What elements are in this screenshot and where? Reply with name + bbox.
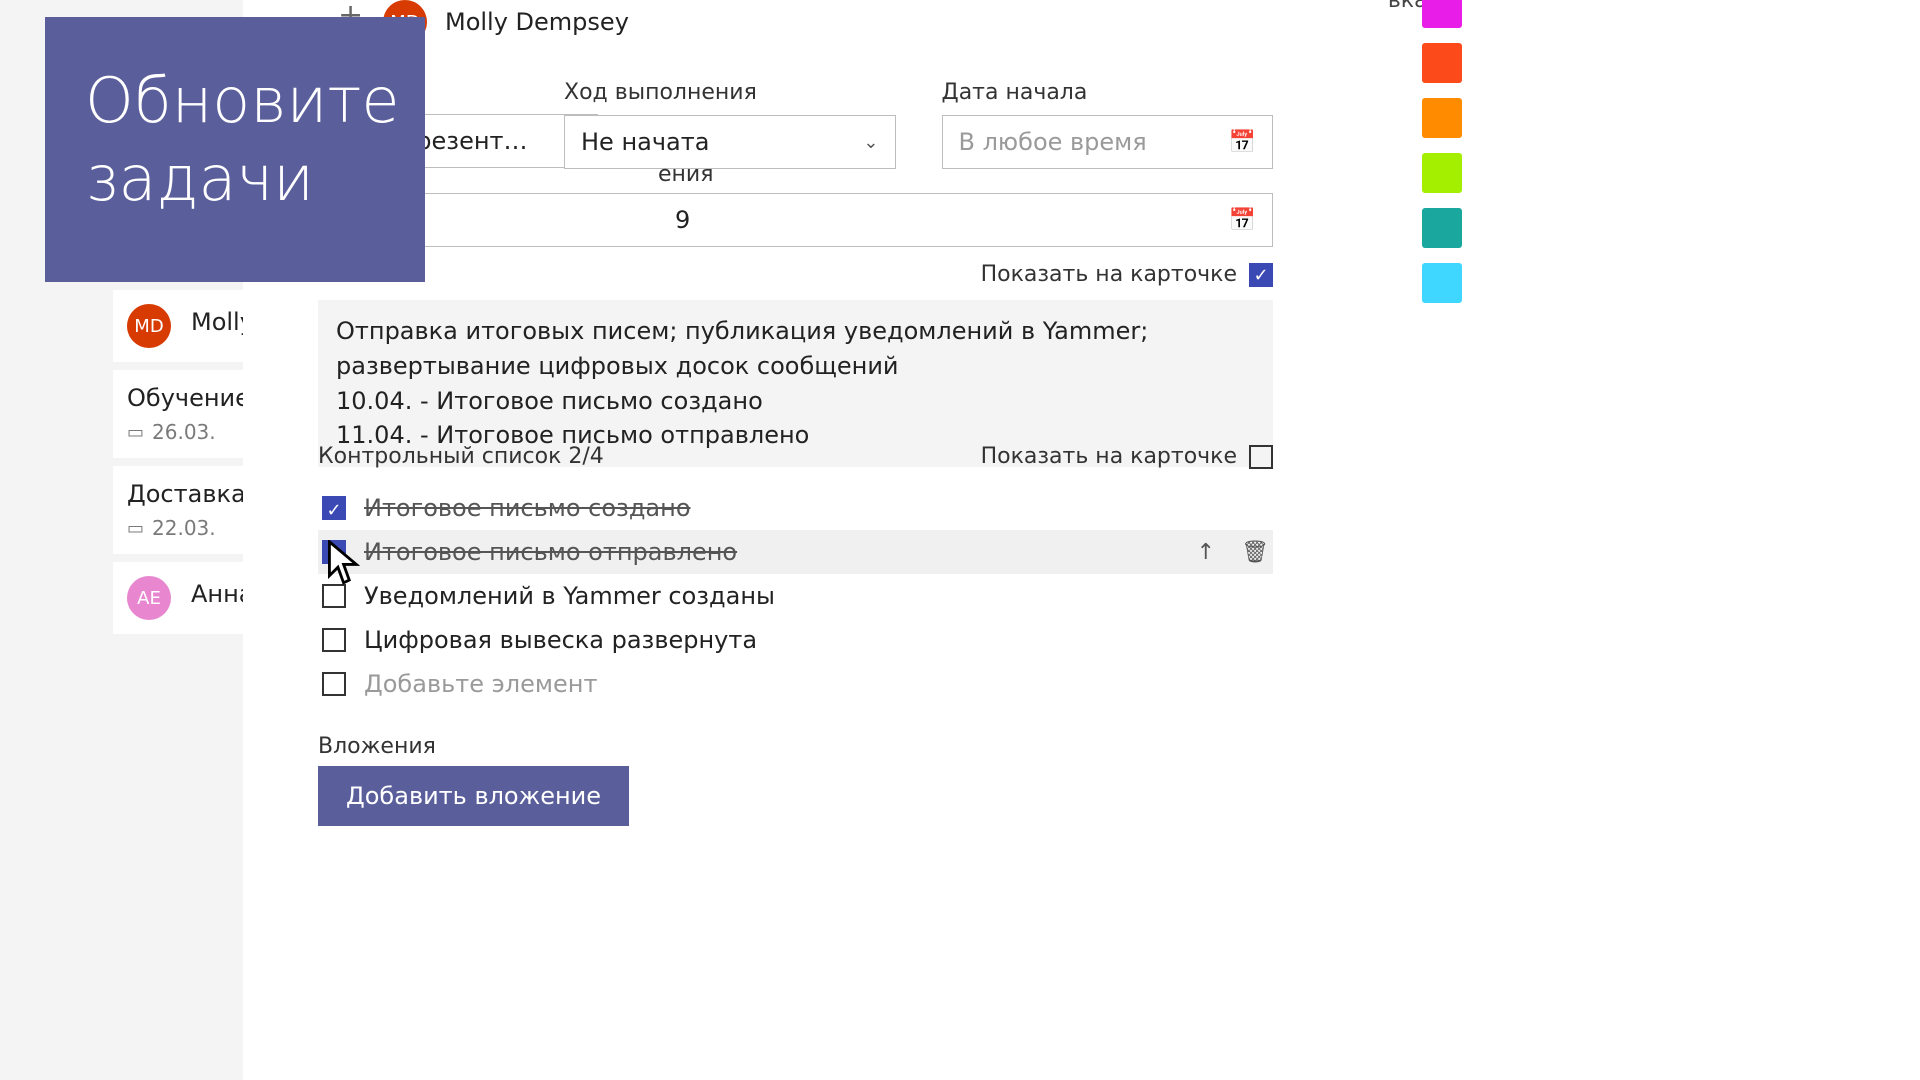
progress-label: Ход выполнения <box>564 80 896 105</box>
show-checklist-label: Показать на карточке <box>981 444 1237 469</box>
show-desc-checkbox[interactable] <box>1249 263 1273 287</box>
desc-line1: Отправка итоговых писем; публикация увед… <box>336 314 1255 384</box>
due-date-field: ения 9 📅 <box>318 165 1273 247</box>
checklist-checkbox[interactable] <box>322 496 346 520</box>
show-checklist-on-card[interactable]: Показать на карточке <box>981 444 1273 469</box>
avatar-ae: AE <box>127 576 171 620</box>
start-date-placeholder: В любое время <box>959 128 1147 156</box>
label-lime[interactable] <box>1422 153 1462 193</box>
label-amber[interactable] <box>1422 98 1462 138</box>
checklist-checkbox[interactable] <box>322 628 346 652</box>
progress-select[interactable]: Не начата ⌄ <box>564 115 896 169</box>
checklist-item[interactable]: Цифровая вывеска развернута <box>318 618 1273 662</box>
calendar-icon: ▭ <box>127 422 144 443</box>
checklist-title: Контрольный список 2/4 <box>318 444 604 469</box>
calendar-icon: 📅 <box>1229 130 1256 155</box>
assignee-name: Molly Dempsey <box>445 8 629 36</box>
label-cyan[interactable] <box>1422 263 1462 303</box>
desc-line2: 10.04. - Итоговое письмо создано <box>336 384 1255 419</box>
checklist-checkbox[interactable] <box>322 540 346 564</box>
avatar-md: MD <box>127 304 171 348</box>
overlay-title: Обновите задачи <box>85 64 400 215</box>
checklist-checkbox[interactable] <box>322 584 346 608</box>
add-attachment-button[interactable]: Добавить вложение <box>318 766 629 826</box>
task-description[interactable]: Отправка итоговых писем; публикация увед… <box>318 300 1273 467</box>
trash-icon[interactable]: 🗑 <box>1241 540 1269 565</box>
chevron-down-icon: ⌄ <box>863 132 878 153</box>
show-checklist-checkbox[interactable] <box>1249 445 1273 469</box>
calendar-icon: ▭ <box>127 518 144 539</box>
checklist-add-placeholder: Добавьте элемент <box>364 670 597 698</box>
checklist-item[interactable]: Итоговое письмо отправлено ↑ 🗑 <box>318 530 1273 574</box>
checklist-item[interactable]: Итоговое письмо создано <box>318 486 1273 530</box>
label-pink[interactable] <box>1422 0 1462 28</box>
start-date-field: Дата начала В любое время 📅 <box>942 80 1274 169</box>
label-teal[interactable] <box>1422 208 1462 248</box>
due-date-label: ения <box>658 162 778 187</box>
checklist-header: Контрольный список 2/4 Показать на карто… <box>318 444 1273 469</box>
checklist-text: Уведомлений в Yammer созданы <box>364 582 775 610</box>
checklist-text: Цифровая вывеска развернута <box>364 626 757 654</box>
due-date-value: 9 <box>675 206 690 234</box>
label-strip <box>1422 0 1462 303</box>
checklist-text: Итоговое письмо создано <box>364 494 691 522</box>
checklist-item[interactable]: Уведомлений в Yammer созданы <box>318 574 1273 618</box>
checklist-add-item[interactable]: Добавьте элемент <box>318 662 1273 706</box>
field-row: осле презент… ⌄ Ход выполнения Не начата… <box>318 80 1273 169</box>
attachments-label: Вложения <box>318 734 436 759</box>
calendar-icon: 📅 <box>1229 208 1256 233</box>
checklist-checkbox[interactable] <box>322 672 346 696</box>
start-date-label: Дата начала <box>942 80 1274 105</box>
show-desc-label: Показать на карточке <box>981 262 1237 287</box>
progress-field: Ход выполнения Не начата ⌄ <box>564 80 896 169</box>
checklist: Итоговое письмо создано Итоговое письмо … <box>318 486 1273 706</box>
due-date-input[interactable]: 9 📅 <box>318 193 1273 247</box>
move-up-icon[interactable]: ↑ <box>1197 540 1215 565</box>
start-date-input[interactable]: В любое время 📅 <box>942 115 1274 169</box>
progress-value: Не начата <box>581 128 709 156</box>
show-desc-on-card[interactable]: Показать на карточке <box>981 262 1273 287</box>
label-orange[interactable] <box>1422 43 1462 83</box>
checklist-text: Итоговое письмо отправлено <box>364 538 737 566</box>
tutorial-overlay: Обновите задачи <box>45 17 425 282</box>
